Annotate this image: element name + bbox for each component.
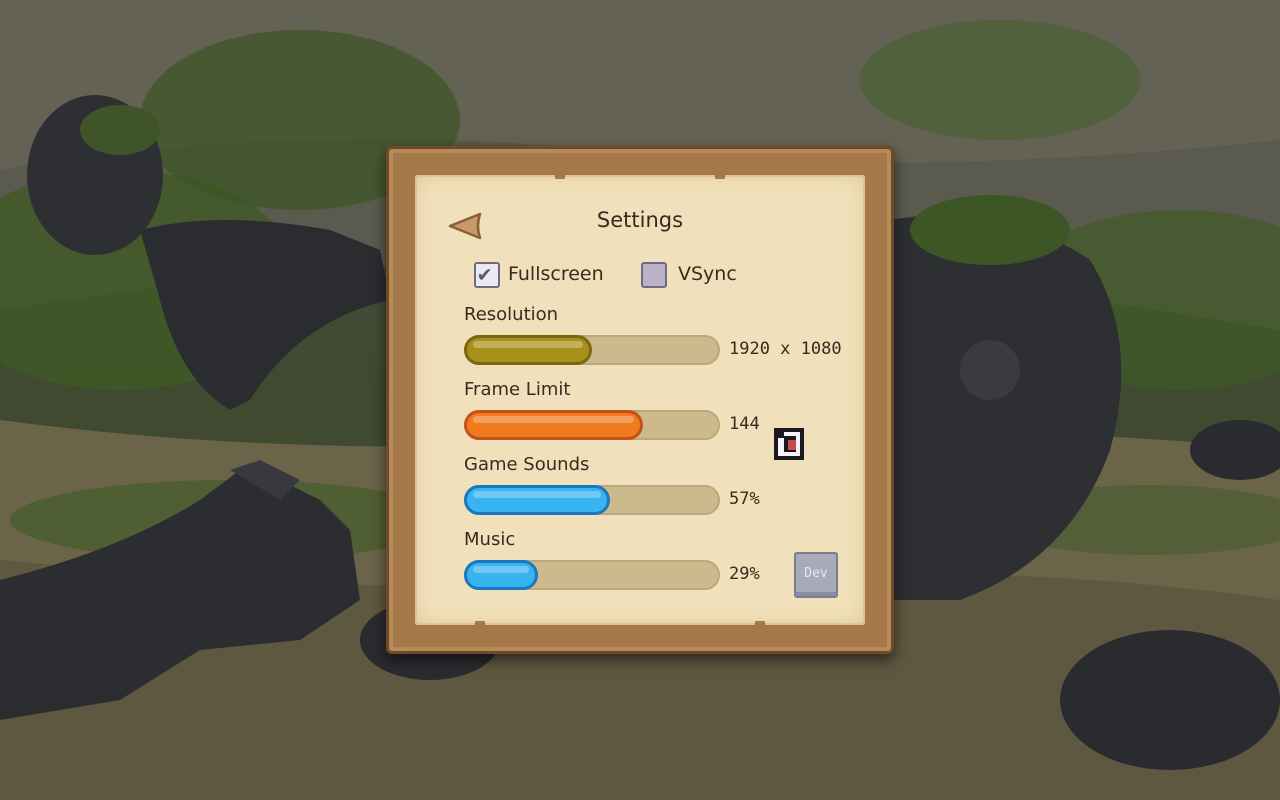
back-button[interactable] <box>446 210 486 242</box>
resolution-label: Resolution <box>464 304 559 325</box>
game-sounds-label: Game Sounds <box>464 454 590 475</box>
vsync-label: VSync <box>678 263 737 285</box>
paper-edge-notch <box>555 173 565 179</box>
page-title: Settings <box>596 208 684 232</box>
resolution-value: 1920 x 1080 <box>729 339 842 359</box>
slider-fill <box>464 560 538 590</box>
resolution-slider[interactable] <box>464 335 720 365</box>
slider-fill <box>464 335 592 365</box>
checkmark-icon: ✔ <box>478 262 492 287</box>
frame-limit-slider[interactable] <box>464 410 720 440</box>
pointer-cursor-icon <box>774 428 804 460</box>
paper-edge-notch <box>475 621 485 627</box>
fullscreen-label: Fullscreen <box>508 263 604 285</box>
paper-edge-notch <box>715 173 725 179</box>
music-label: Music <box>464 529 516 550</box>
game-sounds-slider[interactable] <box>464 485 720 515</box>
dev-button[interactable]: Dev <box>794 552 838 598</box>
vsync-checkbox[interactable] <box>641 262 667 288</box>
game-sounds-value: 57% <box>729 489 760 509</box>
frame-limit-label: Frame Limit <box>464 379 571 400</box>
slider-fill <box>464 410 643 440</box>
fullscreen-checkbox[interactable]: ✔ <box>474 262 500 288</box>
music-slider[interactable] <box>464 560 720 590</box>
frame-limit-value: 144 <box>729 414 760 434</box>
back-arrow-icon <box>448 212 482 240</box>
slider-fill <box>464 485 610 515</box>
paper-edge-notch <box>755 621 765 627</box>
music-value: 29% <box>729 564 760 584</box>
